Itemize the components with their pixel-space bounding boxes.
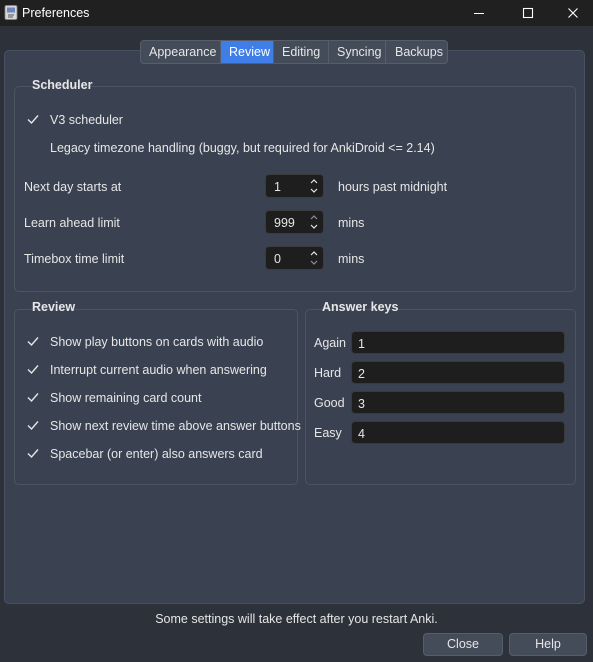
hard-key-input[interactable]: 2 bbox=[351, 361, 565, 384]
spin-arrows-icon[interactable] bbox=[309, 213, 319, 231]
good-key-value: 3 bbox=[358, 397, 365, 411]
window-title: Preferences bbox=[22, 6, 90, 20]
tab-backups[interactable]: Backups bbox=[386, 41, 447, 63]
minimize-button[interactable] bbox=[457, 0, 501, 26]
next-day-label: Next day starts at bbox=[24, 180, 122, 194]
next-day-spinbox[interactable]: 1 bbox=[265, 174, 324, 198]
checkmark-icon bbox=[27, 115, 39, 125]
remaining-count-checkbox[interactable] bbox=[26, 390, 40, 404]
tab-review[interactable]: Review bbox=[221, 41, 274, 63]
spacebar-answers-checkbox[interactable] bbox=[26, 446, 40, 460]
again-key-input[interactable]: 1 bbox=[351, 331, 565, 354]
checkmark-icon bbox=[27, 337, 39, 347]
minimize-icon bbox=[474, 13, 484, 14]
again-key-label: Again bbox=[314, 336, 346, 350]
play-buttons-label: Show play buttons on cards with audio bbox=[50, 335, 264, 349]
checkmark-icon bbox=[27, 449, 39, 459]
timebox-label: Timebox time limit bbox=[24, 252, 125, 266]
next-day-unit: hours past midnight bbox=[338, 180, 448, 194]
tab-bar: Appearance Review Editing Syncing Backup… bbox=[140, 40, 448, 64]
next-review-time-label: Show next review time above answer butto… bbox=[50, 419, 301, 433]
anki-app-icon bbox=[4, 5, 18, 20]
scheduler-group-title: Scheduler bbox=[32, 78, 93, 92]
again-key-value: 1 bbox=[358, 337, 365, 351]
tab-appearance[interactable]: Appearance bbox=[141, 41, 221, 63]
timebox-spinbox[interactable]: 0 bbox=[265, 246, 324, 270]
learn-ahead-value: 999 bbox=[274, 216, 295, 230]
learn-ahead-spinbox[interactable]: 999 bbox=[265, 210, 324, 234]
remaining-count-label: Show remaining card count bbox=[50, 391, 202, 405]
v3-scheduler-checkbox[interactable] bbox=[26, 112, 40, 126]
checkmark-icon bbox=[27, 421, 39, 431]
answer-keys-group-title: Answer keys bbox=[322, 300, 399, 314]
next-day-value: 1 bbox=[274, 180, 281, 194]
close-window-button[interactable] bbox=[551, 0, 593, 26]
play-buttons-checkbox[interactable] bbox=[26, 334, 40, 348]
legacy-timezone-checkbox[interactable] bbox=[26, 140, 40, 154]
maximize-icon bbox=[522, 7, 534, 19]
title-bar: Preferences bbox=[0, 0, 593, 26]
spin-arrows-icon[interactable] bbox=[309, 249, 319, 267]
spacebar-answers-label: Spacebar (or enter) also answers card bbox=[50, 447, 263, 461]
timebox-value: 0 bbox=[274, 252, 281, 266]
easy-key-input[interactable]: 4 bbox=[351, 421, 565, 444]
learn-ahead-unit: mins bbox=[338, 216, 365, 230]
checkmark-icon bbox=[27, 393, 39, 403]
next-review-time-checkbox[interactable] bbox=[26, 418, 40, 432]
restart-note: Some settings will take effect after you… bbox=[155, 612, 438, 626]
learn-ahead-label: Learn ahead limit bbox=[24, 216, 120, 230]
close-button[interactable]: Close bbox=[423, 633, 503, 656]
timebox-unit: mins bbox=[338, 252, 365, 266]
easy-key-label: Easy bbox=[314, 426, 342, 440]
good-key-input[interactable]: 3 bbox=[351, 391, 565, 414]
help-button[interactable]: Help bbox=[509, 633, 587, 656]
tab-editing[interactable]: Editing bbox=[274, 41, 329, 63]
interrupt-audio-checkbox[interactable] bbox=[26, 362, 40, 376]
checkmark-icon bbox=[27, 365, 39, 375]
legacy-timezone-label: Legacy timezone handling (buggy, but req… bbox=[50, 141, 435, 155]
interrupt-audio-label: Interrupt current audio when answering bbox=[50, 363, 267, 377]
easy-key-value: 4 bbox=[358, 427, 365, 441]
good-key-label: Good bbox=[314, 396, 345, 410]
hard-key-value: 2 bbox=[358, 367, 365, 381]
v3-scheduler-label: V3 scheduler bbox=[50, 113, 123, 127]
close-icon bbox=[568, 8, 578, 18]
tab-syncing[interactable]: Syncing bbox=[329, 41, 386, 63]
review-group-title: Review bbox=[32, 300, 76, 314]
spin-arrows-icon[interactable] bbox=[309, 177, 319, 195]
maximize-button[interactable] bbox=[506, 0, 550, 26]
hard-key-label: Hard bbox=[314, 366, 342, 380]
